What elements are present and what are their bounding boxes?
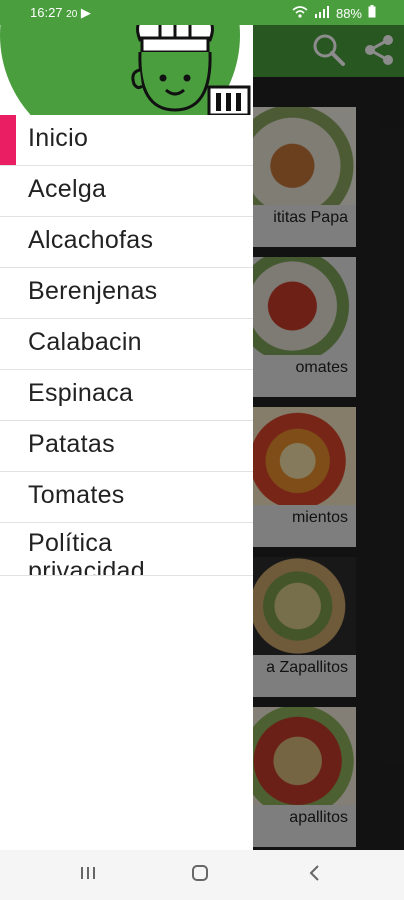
wifi-icon bbox=[292, 5, 308, 21]
menu-item-label: Berenjenas bbox=[28, 277, 158, 305]
menu-item-tomates[interactable]: Tomates bbox=[0, 472, 253, 523]
battery-icon bbox=[368, 5, 376, 21]
menu-item-label: Alcachofas bbox=[28, 226, 154, 254]
battery-label: 88% bbox=[335, 5, 362, 21]
system-nav-bar bbox=[0, 850, 404, 900]
menu-item-politica-privacidad[interactable]: Política privacidad bbox=[0, 523, 253, 576]
menu-item-berenjenas[interactable]: Berenjenas bbox=[0, 268, 253, 319]
menu-item-label: Tomates bbox=[28, 481, 125, 509]
menu-item-alcachofas[interactable]: Alcachofas bbox=[0, 217, 253, 268]
menu-item-calabacin[interactable]: Calabacin bbox=[0, 319, 253, 370]
status-extra: 20 bbox=[66, 9, 78, 20]
recents-icon[interactable] bbox=[78, 863, 98, 889]
menu-item-label: Acelga bbox=[28, 175, 107, 203]
menu-item-espinaca[interactable]: Espinaca bbox=[0, 370, 253, 421]
back-icon[interactable] bbox=[305, 863, 325, 889]
menu-item-label: Patatas bbox=[28, 430, 115, 458]
menu-item-label: Espinaca bbox=[28, 379, 134, 407]
menu-item-label: Inicio bbox=[28, 124, 89, 152]
menu-item-label: Política privacidad bbox=[28, 529, 145, 576]
menu-item-inicio[interactable]: Inicio bbox=[0, 115, 253, 166]
menu-item-patatas[interactable]: Patatas bbox=[0, 421, 253, 472]
signal-icon bbox=[314, 5, 330, 21]
menu-item-label: Calabacin bbox=[28, 328, 142, 356]
home-icon[interactable] bbox=[190, 863, 210, 889]
drawer-menu: Inicio Acelga Alcachofas Berenjenas Cala… bbox=[0, 115, 253, 576]
menu-item-acelga[interactable]: Acelga bbox=[0, 166, 253, 217]
status-bar: 16:27 20 ▶ 88% bbox=[0, 0, 404, 25]
status-time: 16:27 bbox=[30, 5, 63, 20]
navigation-drawer: Inicio Acelga Alcachofas Berenjenas Cala… bbox=[0, 0, 253, 850]
play-icon: ▶ bbox=[80, 5, 91, 20]
